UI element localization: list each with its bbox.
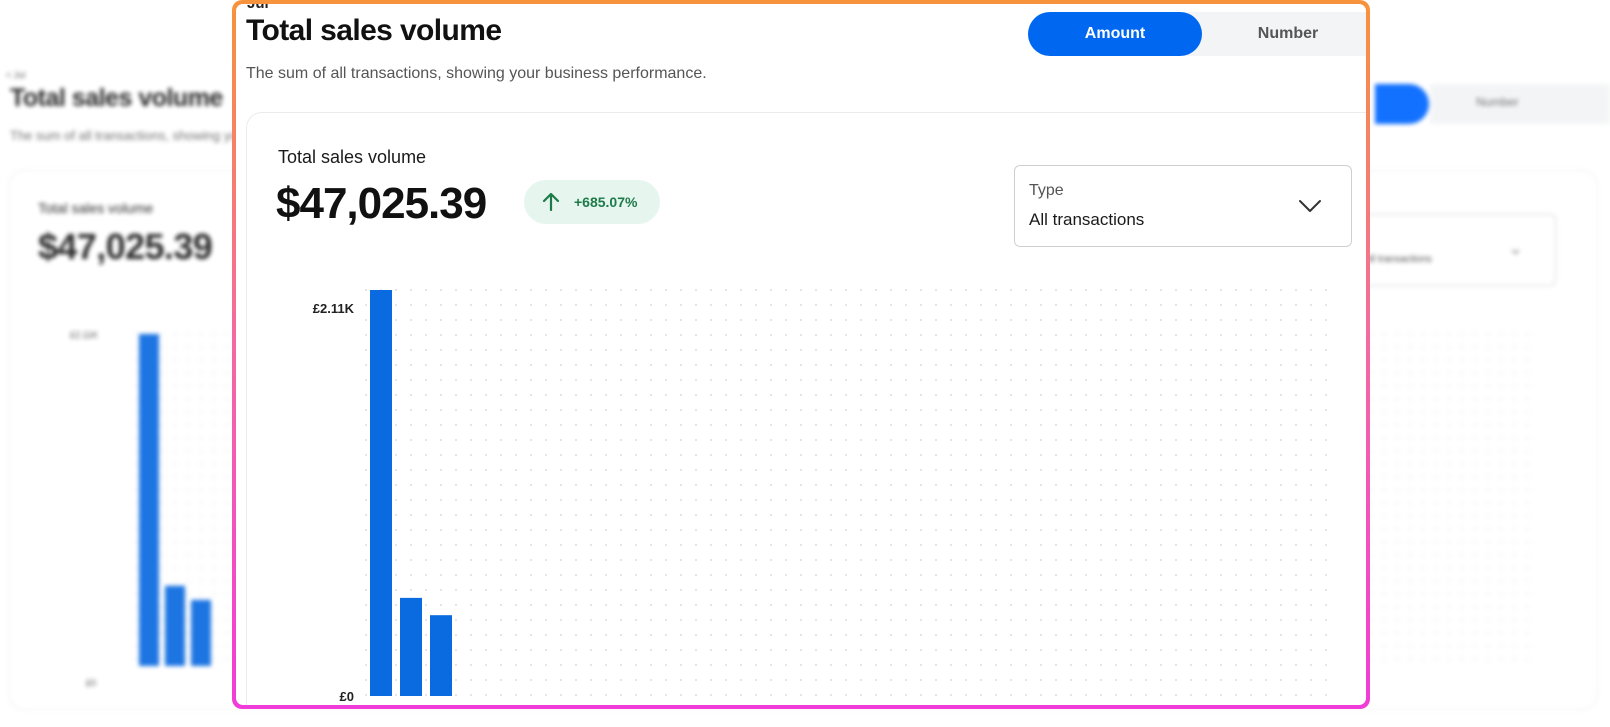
page-subtitle: The sum of all transactions, showing you…	[246, 65, 707, 82]
sales-bar-chart: £2.11K £0	[313, 289, 1327, 704]
bar-2[interactable]	[400, 597, 422, 696]
bg-chevron-down-icon: ⌄	[1508, 238, 1524, 258]
bg-y-max-label: £2.11K	[70, 330, 98, 340]
bg-bar-2[interactable]	[165, 585, 185, 666]
bg-type-select-value: All transactions	[1364, 254, 1432, 265]
bg-page-title: Total sales volume	[10, 84, 223, 112]
change-percentage: +685.07%	[574, 194, 638, 210]
type-select-value: All transactions	[1029, 210, 1145, 229]
bg-bar-1[interactable]	[139, 334, 159, 666]
bg-y-min-label: £0	[86, 678, 97, 688]
bg-card-label: Total sales volume	[38, 200, 154, 216]
change-badge: +685.07%	[524, 180, 660, 224]
chart-grid	[365, 289, 1327, 696]
type-select-label: Type	[1029, 182, 1064, 199]
bg-toggle-amount	[1375, 84, 1429, 124]
y-axis-max-label: £2.11K	[313, 301, 355, 316]
chevron-down-icon	[1299, 200, 1321, 212]
arrow-up-icon	[542, 192, 560, 212]
bg-total-value: $47,025.39	[38, 226, 213, 267]
breadcrumb-fragment[interactable]: Jul	[247, 4, 269, 12]
card-label: Total sales volume	[278, 147, 427, 167]
total-sales-value: $47,025.39	[276, 179, 487, 228]
amount-number-toggle: Amount Number	[1028, 12, 1366, 56]
type-select[interactable]: Type All transactions	[1014, 165, 1352, 247]
toggle-number-button[interactable]: Number	[1208, 12, 1366, 56]
bar-3[interactable]	[430, 615, 452, 696]
toggle-amount-button[interactable]: Amount	[1028, 12, 1202, 56]
highlight-panel: Jul Total sales volume The sum of all tr…	[232, 0, 1370, 709]
bar-1[interactable]	[370, 290, 392, 696]
bg-type-select	[1360, 214, 1556, 286]
y-axis-min-label: £0	[340, 689, 354, 704]
bg-toggle-track	[1430, 84, 1610, 124]
bg-toggle-number-label: Number	[1476, 95, 1519, 109]
bg-breadcrumb: < Jul	[6, 70, 26, 80]
bg-chart-bars	[139, 334, 211, 666]
bg-bar-3[interactable]	[191, 599, 211, 666]
page-title: Total sales volume	[246, 14, 502, 47]
panel-content: Jul Total sales volume The sum of all tr…	[236, 4, 1366, 705]
